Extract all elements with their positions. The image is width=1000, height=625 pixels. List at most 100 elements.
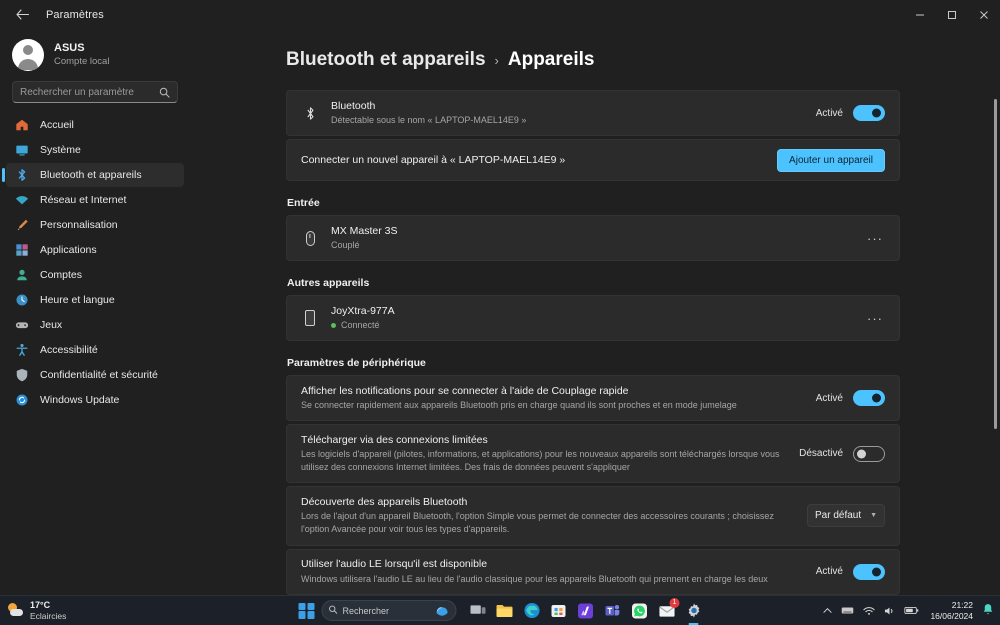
sidebar-item-confidentialite-et-securite[interactable]: Confidentialité et sécurité xyxy=(6,363,184,387)
fast-pair-card: Afficher les notifications pour se conne… xyxy=(286,375,900,421)
taskbar-app-microsoft-teams[interactable] xyxy=(603,601,623,621)
bluetooth-discovery-row: Découverte des appareils Bluetooth Lors … xyxy=(287,487,899,544)
more-options-icon[interactable]: ··· xyxy=(865,231,885,246)
device-name: MX Master 3S xyxy=(331,224,398,237)
more-options-icon[interactable]: ··· xyxy=(865,311,885,326)
minimize-button[interactable] xyxy=(904,0,936,29)
device-status: Couplé xyxy=(331,240,360,251)
chevron-up-icon[interactable] xyxy=(823,607,833,614)
add-device-button[interactable]: Ajouter un appareil xyxy=(777,148,885,172)
accounts-icon xyxy=(14,267,30,283)
device-row-mx-master-3s[interactable]: MX Master 3S Couplé ··· xyxy=(287,216,899,260)
taskbar-app-settings[interactable] xyxy=(684,601,704,621)
sidebar-item-label: Confidentialité et sécurité xyxy=(40,369,158,381)
search-input[interactable] xyxy=(20,86,155,98)
wifi-icon[interactable] xyxy=(863,606,876,616)
sidebar-item-bluetooth-et-appareils[interactable]: Bluetooth et appareils xyxy=(2,163,184,187)
bluetooth-discovery-card: Découverte des appareils Bluetooth Lors … xyxy=(286,486,900,546)
setting-title: Utiliser l'audio LE lorsqu'il est dispon… xyxy=(301,558,488,571)
taskbar-apps: 1 xyxy=(468,597,704,621)
search-icon xyxy=(329,605,338,616)
setting-state-label: Désactivé xyxy=(799,448,843,460)
maximize-button[interactable] xyxy=(936,0,968,29)
battery-icon[interactable] xyxy=(904,606,919,615)
setting-title: Découverte des appareils Bluetooth xyxy=(301,496,468,509)
bluetooth-subtitle: Détectable sous le nom « LAPTOP-MAEL14E9… xyxy=(331,115,527,126)
taskbar-clock[interactable]: 21:22 16/06/2024 xyxy=(930,600,973,620)
arrow-left-icon xyxy=(15,9,29,20)
sidebar-item-windows-update[interactable]: Windows Update xyxy=(6,388,184,412)
metered-download-row: Télécharger via des connexions limitées … xyxy=(287,425,899,482)
taskbar-app-microsoft-edge[interactable] xyxy=(522,601,542,621)
gamepad-icon xyxy=(14,317,30,333)
device-status: Connecté xyxy=(331,319,853,332)
sidebar-item-label: Jeux xyxy=(40,319,63,331)
taskbar-app-whatsapp[interactable] xyxy=(630,601,650,621)
title-bar: Paramètres xyxy=(0,0,1000,29)
sidebar-item-systeme[interactable]: Système xyxy=(6,138,184,162)
setting-subtitle: Se connecter rapidement aux appareils Bl… xyxy=(301,400,737,411)
taskbar: 17°C Eclaircies Rechercher 1 21:22 16/06… xyxy=(0,595,1000,625)
setting-subtitle: Lors de l'ajout d'un appareil Bluetooth,… xyxy=(301,511,774,535)
breadcrumb: Bluetooth et appareils › Appareils xyxy=(286,49,900,71)
account-block[interactable]: ASUS Compte local xyxy=(0,33,190,81)
content-scrollbar[interactable] xyxy=(993,63,998,603)
sidebar-item-jeux[interactable]: Jeux xyxy=(6,313,184,337)
metered-download-card: Télécharger via des connexions limitées … xyxy=(286,424,900,484)
taskbar-app-mail[interactable]: 1 xyxy=(657,597,680,621)
mail-badge: 1 xyxy=(669,597,680,608)
sidebar-item-personnalisation[interactable]: Personnalisation xyxy=(6,213,184,237)
settings-search[interactable] xyxy=(12,81,178,103)
device-row-joyxtra-977a[interactable]: JoyXtra-977A Connecté ··· xyxy=(287,296,899,340)
account-subtitle: Compte local xyxy=(54,55,110,67)
section-heading-entree: Entrée xyxy=(287,197,320,209)
sidebar-item-label: Comptes xyxy=(40,269,83,281)
sidebar-item-accessibilite[interactable]: Accessibilité xyxy=(6,338,184,362)
setting-state-label: Activé xyxy=(815,566,843,578)
weather-widget[interactable]: 17°C Eclaircies xyxy=(0,600,150,621)
bluetooth-row: Bluetooth Détectable sous le nom « LAPTO… xyxy=(287,91,899,135)
back-button[interactable] xyxy=(6,0,38,29)
teams-icon xyxy=(605,605,620,616)
taskbar-app-file-explorer[interactable] xyxy=(495,601,515,621)
close-button[interactable] xyxy=(968,0,1000,29)
sidebar-item-applications[interactable]: Applications xyxy=(6,238,184,262)
bluetooth-discovery-dropdown[interactable]: Par défaut ▼ xyxy=(807,504,885,528)
system-tray: 21:22 16/06/2024 xyxy=(823,600,994,621)
bluetooth-title: Bluetooth xyxy=(331,99,376,112)
taskbar-search-label: Rechercher xyxy=(342,605,390,616)
copilot-icon[interactable] xyxy=(435,604,450,618)
content-area: Bluetooth et appareils › Appareils Bluet… xyxy=(190,29,1000,625)
sidebar-item-label: Réseau et Internet xyxy=(40,194,127,206)
scrollbar-thumb[interactable] xyxy=(994,99,997,429)
sidebar-item-heure-et-langue[interactable]: Heure et langue xyxy=(6,288,184,312)
taskbar-search[interactable]: Rechercher xyxy=(321,600,457,621)
partly-cloudy-icon xyxy=(8,602,24,618)
taskbar-app-task-view[interactable] xyxy=(468,601,488,621)
le-audio-toggle[interactable] xyxy=(853,563,885,580)
keyboard-icon[interactable] xyxy=(841,606,854,615)
bluetooth-toggle[interactable] xyxy=(853,105,885,121)
minimize-icon xyxy=(916,14,924,15)
sidebar-item-label: Bluetooth et appareils xyxy=(40,169,142,181)
metered-download-toggle[interactable] xyxy=(853,445,885,462)
bell-icon[interactable] xyxy=(982,603,994,619)
start-button[interactable] xyxy=(297,601,317,621)
taskbar-app-affinity[interactable] xyxy=(576,601,596,621)
volume-icon[interactable] xyxy=(884,606,895,616)
add-device-text: Connecter un nouvel appareil à « LAPTOP-… xyxy=(301,153,566,166)
sidebar-item-accueil[interactable]: Accueil xyxy=(6,113,184,137)
fast-pair-toggle[interactable] xyxy=(853,390,885,406)
sidebar-item-label: Accueil xyxy=(40,119,74,131)
sidebar: ASUS Compte local Accueil xyxy=(0,29,190,625)
sidebar-item-label: Système xyxy=(40,144,81,156)
window-title: Paramètres xyxy=(46,8,104,21)
sidebar-item-comptes[interactable]: Comptes xyxy=(6,263,184,287)
sidebar-item-reseau-et-internet[interactable]: Réseau et Internet xyxy=(6,188,184,212)
breadcrumb-parent[interactable]: Bluetooth et appareils xyxy=(286,49,486,71)
avatar xyxy=(12,39,44,71)
status-dot xyxy=(331,323,336,329)
add-device-card: Connecter un nouvel appareil à « LAPTOP-… xyxy=(286,139,900,181)
taskbar-app-microsoft-store[interactable] xyxy=(549,601,569,621)
home-icon xyxy=(14,117,30,133)
